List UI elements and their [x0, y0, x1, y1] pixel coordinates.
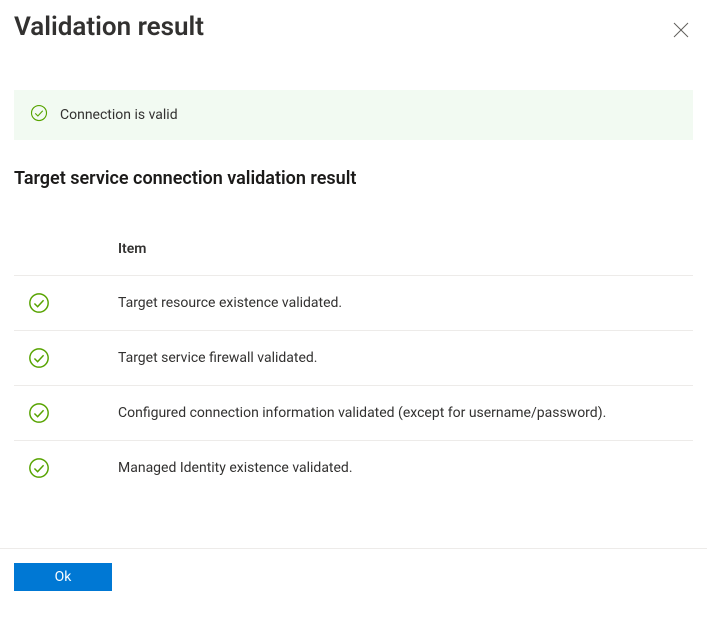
close-icon [673, 22, 689, 38]
success-check-icon [14, 402, 118, 424]
row-item-text: Configured connection information valida… [118, 405, 693, 421]
row-item-text: Target resource existence validated. [118, 295, 693, 311]
table-row: Target service firewall validated. [14, 330, 693, 385]
status-banner: Connection is valid [14, 90, 693, 140]
dialog-footer: Ok [0, 548, 707, 605]
banner-message: Connection is valid [60, 107, 178, 123]
row-item-text: Target service firewall validated. [118, 350, 693, 366]
success-check-icon [14, 457, 118, 479]
row-item-text: Managed Identity existence validated. [118, 460, 693, 476]
ok-button[interactable]: Ok [14, 563, 112, 591]
table-column-header: Item [14, 241, 693, 275]
success-check-icon [30, 104, 48, 126]
table-row: Configured connection information valida… [14, 385, 693, 440]
table-row: Target resource existence validated. [14, 275, 693, 330]
dialog-title: Validation result [14, 12, 204, 42]
close-button[interactable] [669, 18, 693, 42]
dialog-header: Validation result [14, 12, 693, 42]
section-title: Target service connection validation res… [14, 168, 693, 189]
table-row: Managed Identity existence validated. [14, 440, 693, 495]
success-check-icon [14, 292, 118, 314]
success-check-icon [14, 347, 118, 369]
